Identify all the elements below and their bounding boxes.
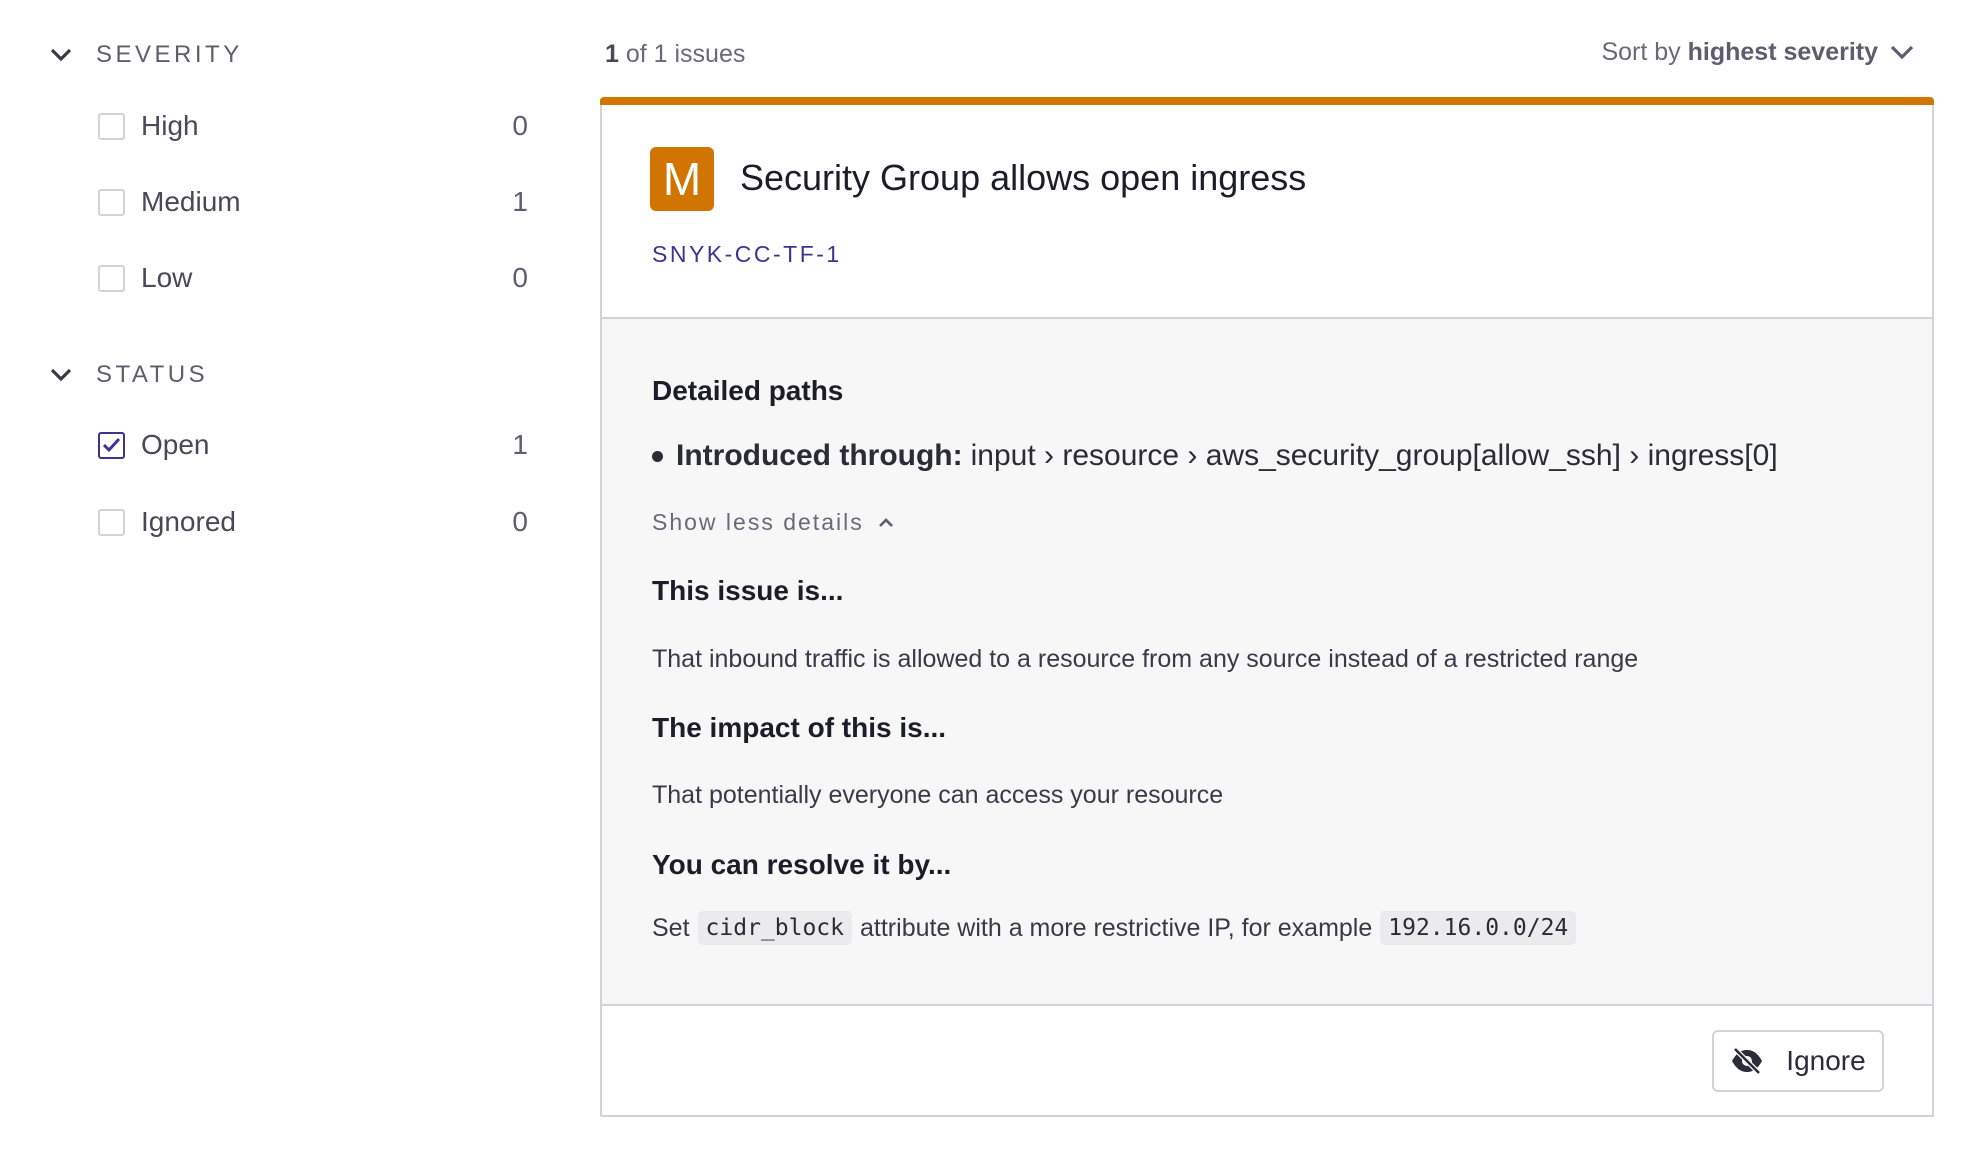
- filter-label: Low: [141, 262, 193, 293]
- severity-filter-title: SEVERITY: [96, 41, 243, 68]
- show-less-label: Show less details: [652, 509, 864, 535]
- sort-dropdown[interactable]: Sort by highest severity: [1601, 38, 1914, 67]
- checkbox-checked[interactable]: [98, 431, 125, 459]
- resolve-prefix: Set: [652, 913, 690, 942]
- status-filter-toggle[interactable]: STATUS: [48, 355, 538, 395]
- resolve-code-example: 192.16.0.0/24: [1380, 911, 1577, 945]
- sort-value: highest severity: [1687, 38, 1878, 66]
- issue-count-rest: of 1 issues: [625, 40, 746, 68]
- issue-details: Detailed paths Introduced through: input…: [602, 317, 1932, 1006]
- filter-label: Ignored: [141, 506, 236, 537]
- resolve-middle: attribute with a more restrictive IP, fo…: [860, 913, 1373, 942]
- filter-count: 0: [512, 262, 528, 293]
- severity-accent-bar: [600, 97, 1934, 105]
- filter-label: High: [141, 110, 199, 141]
- detailed-path-item: Introduced through: input › resource › a…: [652, 439, 1778, 473]
- ignore-label: Ignore: [1786, 1045, 1866, 1076]
- chevron-down-icon: [48, 42, 74, 68]
- severity-badge: M: [650, 147, 714, 211]
- filter-count: 0: [512, 506, 528, 537]
- filter-severity-low[interactable]: Low 0: [98, 258, 528, 298]
- detailed-paths-heading: Detailed paths: [652, 375, 844, 406]
- eye-slash-icon: [1730, 1047, 1764, 1075]
- show-less-details-toggle[interactable]: Show less details: [652, 509, 894, 536]
- chevron-down-icon: [48, 362, 74, 388]
- chevron-up-icon: [878, 517, 894, 528]
- checkbox[interactable]: [98, 264, 125, 292]
- filter-label: Medium: [141, 186, 241, 217]
- resolve-description: Set cidr_block attribute with a more res…: [652, 911, 1584, 945]
- severity-filter-toggle[interactable]: SEVERITY: [48, 35, 538, 75]
- filter-count: 1: [512, 429, 528, 460]
- filter-severity-high[interactable]: High 0: [98, 106, 528, 146]
- checkbox[interactable]: [98, 112, 125, 140]
- issue-count: 1 of 1 issues: [605, 40, 745, 69]
- issue-id-link[interactable]: SNYK-CC-TF-1: [652, 241, 842, 268]
- filter-severity-medium[interactable]: Medium 1: [98, 182, 528, 222]
- severity-filter-group: SEVERITY High 0 Medium 1 Low 0: [48, 35, 538, 293]
- introduced-through-path: input › resource › aws_security_group[al…: [970, 439, 1778, 472]
- introduced-through-label: Introduced through:: [676, 439, 963, 472]
- sort-prefix: Sort by: [1601, 38, 1681, 66]
- chevron-down-icon: [1890, 45, 1914, 60]
- resolve-code-attribute: cidr_block: [697, 911, 853, 945]
- filter-count: 1: [512, 186, 528, 217]
- issue-card-footer: Ignore: [602, 1004, 1932, 1115]
- issue-heading: This issue is...: [652, 575, 844, 606]
- filter-status-ignored[interactable]: Ignored 0: [98, 502, 528, 542]
- status-filter-group: STATUS Open 1 Ignored 0: [48, 355, 538, 537]
- issue-description: That inbound traffic is allowed to a res…: [652, 645, 1639, 673]
- checkmark-icon: [102, 437, 121, 453]
- issue-count-current: 1: [605, 40, 619, 68]
- issue-card: M Security Group allows open ingress SNY…: [600, 97, 1934, 1117]
- issue-card-header: M Security Group allows open ingress SNY…: [602, 105, 1932, 317]
- bullet-icon: [652, 450, 663, 462]
- checkbox[interactable]: [98, 508, 125, 536]
- filter-status-open[interactable]: Open 1: [98, 425, 528, 465]
- filter-count: 0: [512, 110, 528, 141]
- status-filter-title: STATUS: [96, 361, 209, 388]
- checkbox[interactable]: [98, 188, 125, 216]
- resolve-heading: You can resolve it by...: [652, 849, 952, 880]
- impact-heading: The impact of this is...: [652, 712, 947, 743]
- impact-description: That potentially everyone can access you…: [652, 781, 1224, 809]
- ignore-button[interactable]: Ignore: [1712, 1030, 1884, 1092]
- filter-label: Open: [141, 429, 210, 460]
- issue-title: Security Group allows open ingress: [740, 157, 1307, 198]
